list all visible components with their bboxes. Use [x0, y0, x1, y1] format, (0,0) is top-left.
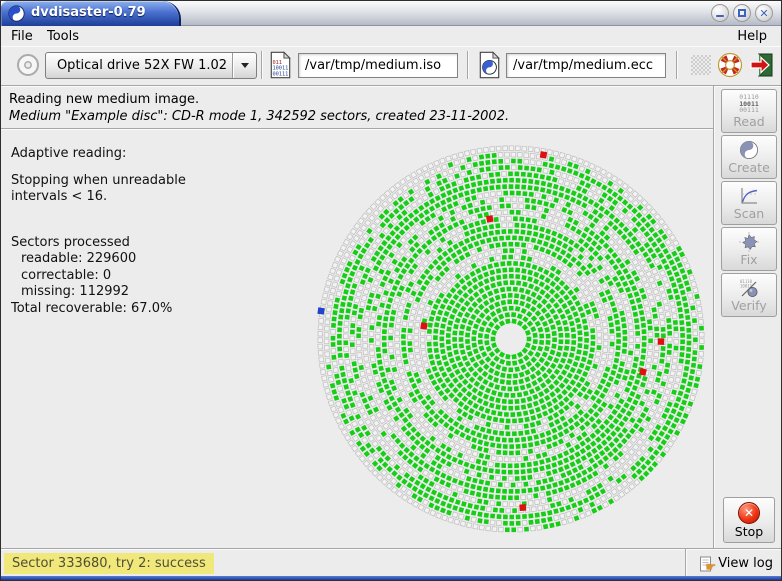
- drive-select[interactable]: Optical drive 52X FW 1.02: [45, 52, 257, 79]
- header-separator: [1, 128, 713, 130]
- toolbar-separator: [676, 51, 678, 79]
- verify-icon: 01110 10011: [738, 278, 760, 298]
- pointing-hand-icon: ☛: [705, 560, 716, 574]
- scan-button[interactable]: Scan: [721, 181, 777, 225]
- ecc-file-icon: [478, 51, 501, 79]
- image-file-input[interactable]: [298, 53, 458, 78]
- stop-button[interactable]: ✕ Stop: [723, 497, 775, 543]
- quit-button[interactable]: [749, 52, 775, 78]
- close-icon: ✕: [759, 8, 768, 19]
- fix-button[interactable]: Fix: [721, 227, 777, 271]
- fix-icon: [738, 232, 760, 252]
- titlebar: dvdisaster-0.79 ✕: [1, 1, 781, 26]
- status-header: Reading new medium image. Medium "Exampl…: [1, 86, 713, 129]
- sectors-correctable: correctable: 0: [11, 268, 186, 285]
- svg-text:00111: 00111: [272, 71, 288, 77]
- reading-info-panel: Adaptive reading: Stopping when unreadab…: [11, 146, 186, 317]
- sectors-missing: missing: 112992: [11, 284, 186, 301]
- create-icon: [739, 140, 759, 160]
- app-window: dvdisaster-0.79 ✕ File Tools Help Optica…: [0, 0, 782, 581]
- sectors-readable: readable: 229600: [11, 251, 186, 268]
- spacer: [11, 206, 186, 235]
- verify-button[interactable]: 01110 10011 Verify: [721, 273, 777, 317]
- stop-button-label: Stop: [735, 525, 763, 538]
- menubar: File Tools Help: [1, 27, 781, 46]
- window-bottom-frame: [1, 576, 781, 581]
- read-button-label: Read: [733, 115, 764, 128]
- verify-button-label: Verify: [731, 299, 766, 312]
- minimize-button[interactable]: [711, 4, 729, 22]
- info-stopping-line2: intervals < 16.: [11, 189, 186, 206]
- maximize-button[interactable]: [733, 4, 751, 22]
- view-log-button[interactable]: ☛ View log: [699, 553, 773, 574]
- view-log-label: View log: [718, 556, 773, 571]
- chevron-down-icon: [241, 63, 249, 68]
- titlebar-tab: dvdisaster-0.79: [1, 1, 181, 26]
- help-button[interactable]: [717, 52, 743, 78]
- preferences-button-disabled[interactable]: [691, 55, 711, 75]
- read-icon: 01110 10011 00111: [739, 94, 759, 114]
- close-button[interactable]: ✕: [755, 4, 773, 22]
- create-button-label: Create: [728, 161, 770, 174]
- info-stopping-line1: Stopping when unreadable: [11, 173, 186, 190]
- ecc-file-input[interactable]: [506, 53, 666, 78]
- info-title: Adaptive reading:: [11, 146, 186, 163]
- status-header-line2: Medium "Example disc": CD-R mode 1, 3425…: [9, 109, 509, 124]
- create-button[interactable]: Create: [721, 135, 777, 179]
- menu-file[interactable]: File: [7, 28, 37, 46]
- app-logo-icon: [8, 5, 25, 22]
- window-title: dvdisaster-0.79: [31, 5, 146, 20]
- status-message: Sector 333680, try 2: success: [4, 553, 214, 574]
- scan-icon: [738, 186, 760, 206]
- statusbar: Sector 333680, try 2: success ☛ View log: [1, 548, 781, 576]
- statusbar-separator: [685, 549, 687, 576]
- toolbar-separator: [467, 51, 469, 79]
- minimize-icon: [716, 15, 724, 17]
- stop-icon: ✕: [738, 502, 760, 524]
- media-spiral-canvas: [306, 134, 716, 544]
- drive-select-value: Optical drive 52X FW 1.02: [46, 58, 232, 73]
- maximize-icon: [738, 9, 746, 17]
- read-button[interactable]: 01110 10011 00111 Read: [721, 89, 777, 133]
- total-recoverable: Total recoverable: 67.0%: [11, 301, 186, 318]
- menu-help[interactable]: Help: [733, 28, 771, 46]
- optical-disc-icon: [15, 52, 41, 78]
- sectors-processed-title: Sectors processed: [11, 235, 186, 252]
- menu-tools[interactable]: Tools: [43, 28, 83, 46]
- fix-button-label: Fix: [740, 253, 757, 266]
- toolbar-separator: [261, 51, 263, 79]
- scan-button-label: Scan: [734, 207, 764, 220]
- drive-select-arrow: [232, 53, 256, 78]
- image-file-icon: 011 10011 00111: [269, 51, 292, 79]
- status-header-line1: Reading new medium image.: [9, 92, 199, 107]
- spacer: [11, 163, 186, 173]
- media-spiral-visualization: [306, 134, 716, 544]
